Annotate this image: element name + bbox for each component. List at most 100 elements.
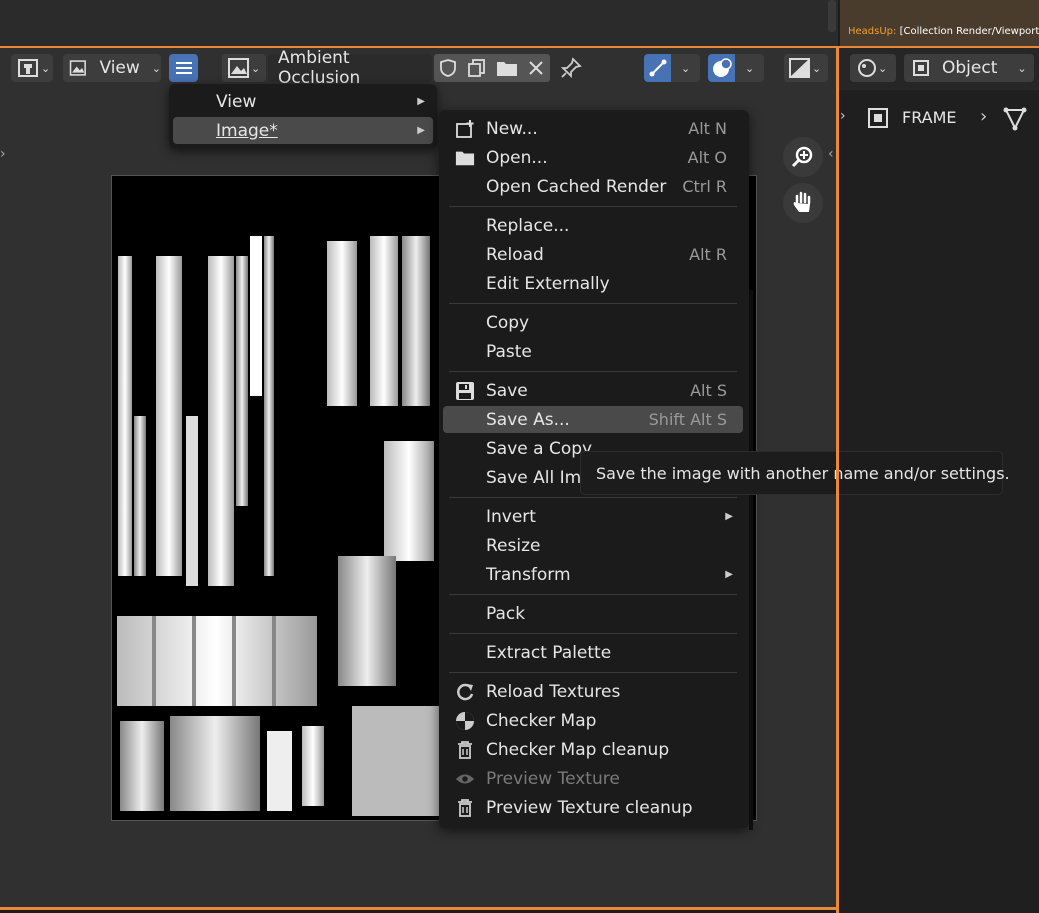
eye-icon bbox=[455, 769, 475, 789]
menu-item-label: Save As... bbox=[486, 409, 570, 430]
image-icon bbox=[69, 60, 86, 76]
menu-item-label: Invert bbox=[486, 506, 536, 527]
menu-item-label: Transform bbox=[486, 564, 571, 585]
heads-up-panel: HeadsUp: [Collection Render/Viewport bbox=[840, 0, 1039, 46]
chevron-down-icon: ⌄ bbox=[812, 61, 822, 75]
menu-item-label: Paste bbox=[486, 341, 532, 362]
menu-item-label: Edit Externally bbox=[486, 273, 610, 294]
menu-item-save[interactable]: Save Alt S bbox=[443, 377, 743, 404]
menu-item-resize[interactable]: Resize bbox=[443, 532, 743, 559]
hand-icon bbox=[793, 191, 811, 212]
object-data-button[interactable]: ⌄ bbox=[850, 54, 896, 82]
menu-item-label: Preview Texture bbox=[486, 768, 620, 789]
active-area-border bbox=[0, 46, 1039, 48]
floppy-icon bbox=[455, 381, 475, 401]
editor-type-button[interactable]: ⌄ bbox=[11, 54, 53, 82]
menu-item-label: Preview Texture cleanup bbox=[486, 797, 693, 818]
menu-item-invert[interactable]: Invert ▶ bbox=[443, 503, 743, 530]
menu-button[interactable] bbox=[169, 54, 198, 82]
submenu-arrow-icon: ▶ bbox=[417, 125, 425, 136]
object-icon bbox=[913, 60, 929, 76]
menu-item-replace[interactable]: Replace... bbox=[443, 212, 743, 239]
menu-item-preview-texture-cleanup[interactable]: Preview Texture cleanup bbox=[443, 794, 743, 821]
toolbar-toggle-icon[interactable]: › bbox=[0, 146, 6, 162]
menu-item-pack[interactable]: Pack bbox=[443, 600, 743, 627]
active-area-border bbox=[0, 907, 838, 910]
menu-item-copy[interactable]: Copy bbox=[443, 309, 743, 336]
menu-separator bbox=[449, 303, 737, 304]
object-mode-dropdown[interactable]: Object ⌄ bbox=[904, 54, 1034, 82]
chevron-down-icon: ⌄ bbox=[1017, 61, 1027, 75]
open-image-button[interactable] bbox=[492, 59, 522, 77]
new-image-button[interactable] bbox=[462, 58, 492, 78]
channels-icon bbox=[789, 58, 810, 78]
hamburger-icon bbox=[175, 62, 192, 74]
heads-up-label: HeadsUp: bbox=[848, 26, 897, 37]
chevron-right-icon[interactable]: › bbox=[840, 108, 846, 124]
menu-item-preview-texture: Preview Texture bbox=[443, 765, 743, 792]
menu-item-extract-palette[interactable]: Extract Palette bbox=[443, 639, 743, 666]
uv-editor-icon bbox=[18, 59, 38, 77]
new-image-icon bbox=[455, 119, 475, 139]
menu-item-checker-map[interactable]: Checker Map bbox=[443, 707, 743, 734]
fake-user-button[interactable] bbox=[434, 58, 462, 78]
overlay-button[interactable]: ⌄ bbox=[708, 54, 764, 82]
menu-item-label: New... bbox=[486, 118, 538, 139]
menu-item-label: Resize bbox=[486, 535, 541, 556]
menu-item-save-as[interactable]: Save As... Shift Alt S bbox=[443, 406, 743, 433]
view-mode-button[interactable]: View ⌄ bbox=[63, 54, 161, 82]
shortcut-label: Alt N bbox=[688, 119, 727, 138]
menu-item-label: Pack bbox=[486, 603, 526, 624]
sidebar-toggle-icon[interactable]: ‹ bbox=[828, 146, 834, 162]
menu-separator bbox=[449, 672, 737, 673]
menu-item-reload[interactable]: Reload Alt R bbox=[443, 241, 743, 268]
reload-icon bbox=[455, 682, 475, 702]
scrollbar[interactable] bbox=[749, 290, 753, 830]
frame-icon bbox=[866, 106, 890, 134]
chevron-down-icon: ⌄ bbox=[151, 61, 161, 75]
menu-item-label: Open... bbox=[486, 147, 548, 168]
image-name-field[interactable]: Ambient Occlusion bbox=[268, 48, 432, 88]
pin-button[interactable] bbox=[558, 56, 584, 80]
image-browse-button[interactable]: ⌄ bbox=[222, 54, 266, 82]
menu-item-edit-externally[interactable]: Edit Externally bbox=[443, 270, 743, 297]
header-menu-popup: View ▶ Image* ▶ bbox=[169, 84, 437, 148]
chevron-down-icon: ⌄ bbox=[745, 61, 755, 75]
pan-button[interactable] bbox=[783, 183, 823, 223]
zoom-button[interactable] bbox=[783, 137, 823, 177]
menu-item-new[interactable]: New... Alt N bbox=[443, 115, 743, 142]
menu-item-open-cached-render[interactable]: Open Cached Render Ctrl R bbox=[443, 173, 743, 200]
menu-item-paste[interactable]: Paste bbox=[443, 338, 743, 365]
menu-item-reload-textures[interactable]: Reload Textures bbox=[443, 678, 743, 705]
submenu-arrow-icon: ▶ bbox=[417, 96, 425, 107]
shortcut-label: Alt S bbox=[690, 381, 727, 400]
menu-separator bbox=[449, 594, 737, 595]
menu-separator bbox=[449, 206, 737, 207]
duplicate-icon bbox=[468, 59, 485, 77]
shortcut-label: Shift Alt S bbox=[648, 410, 727, 429]
menu-separator bbox=[449, 633, 737, 634]
menu-item-image[interactable]: Image* ▶ bbox=[173, 117, 433, 144]
area-divider[interactable] bbox=[836, 46, 839, 913]
snapping-button[interactable]: ⌄ bbox=[644, 54, 700, 82]
unlink-image-button[interactable] bbox=[522, 60, 550, 76]
top-editor-strip bbox=[0, 0, 838, 46]
chevron-down-icon: ⌄ bbox=[251, 61, 261, 75]
shortcut-label: Ctrl R bbox=[682, 177, 727, 196]
chevron-down-icon: ⌄ bbox=[41, 61, 51, 75]
image-icon bbox=[228, 58, 249, 78]
breadcrumb-label: FRAME bbox=[902, 108, 957, 127]
submenu-arrow-icon: ▶ bbox=[725, 511, 733, 522]
zoom-icon bbox=[791, 146, 813, 168]
menu-item-label: Image* bbox=[216, 120, 278, 141]
menu-item-view[interactable]: View ▶ bbox=[173, 88, 433, 115]
trash-icon bbox=[455, 798, 475, 818]
menu-item-label: Save All Ima bbox=[486, 467, 592, 488]
display-channels-button[interactable]: ⌄ bbox=[784, 54, 828, 82]
overlay-icon bbox=[708, 54, 735, 82]
object-mode-label: Object bbox=[942, 58, 998, 78]
menu-item-transform[interactable]: Transform ▶ bbox=[443, 561, 743, 588]
menu-item-checker-map-cleanup[interactable]: Checker Map cleanup bbox=[443, 736, 743, 763]
scrollbar[interactable] bbox=[828, 0, 836, 32]
menu-item-open[interactable]: Open... Alt O bbox=[443, 144, 743, 171]
